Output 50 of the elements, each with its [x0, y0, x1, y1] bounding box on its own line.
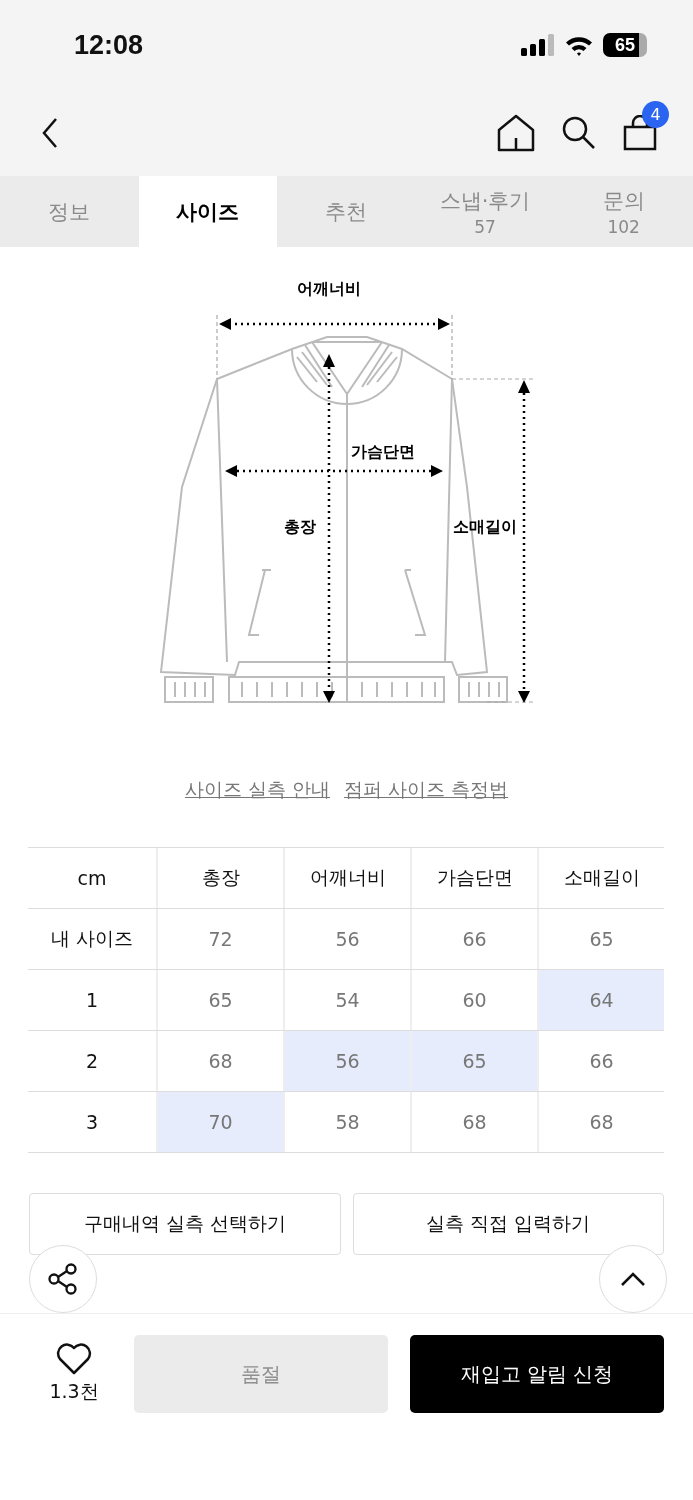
column-header: cm	[76, 866, 108, 891]
back-button[interactable]	[40, 117, 60, 149]
wifi-icon	[565, 34, 593, 56]
tab[interactable]: 정보	[0, 176, 139, 247]
status-time: 12:08	[74, 29, 144, 61]
signal-icon	[521, 34, 555, 56]
search-button[interactable]	[561, 115, 597, 151]
table-cell: 56	[283, 909, 410, 969]
table-cell: 68	[410, 1092, 537, 1152]
tab[interactable]: 추천	[277, 176, 416, 247]
guide-link[interactable]: 점퍼 사이즈 측정법	[344, 777, 509, 803]
search-icon	[561, 115, 597, 151]
restock-alert-button[interactable]: 재입고 알림 신청	[410, 1335, 664, 1413]
guide-link[interactable]: 사이즈 실측 안내	[184, 777, 330, 803]
action-button[interactable]: 구매내역 실측 선택하기	[29, 1193, 341, 1255]
row-header: 내 사이즈	[49, 926, 134, 951]
action-button[interactable]: 실측 직접 입력하기	[352, 1193, 664, 1255]
column-header: 가슴단면	[410, 848, 537, 908]
table-cell: 66	[410, 909, 537, 969]
table-cell: 68	[537, 1092, 664, 1152]
sleeve-label: 소매길이	[452, 517, 517, 536]
row-header: 3	[84, 1110, 100, 1135]
battery-indicator: 65	[603, 33, 647, 57]
cart-count-badge: 4	[642, 101, 669, 128]
table-cell: 66	[537, 1031, 664, 1091]
length-label: 총장	[283, 517, 316, 536]
column-header: 어깨너비	[283, 848, 410, 908]
tab[interactable]: 사이즈	[138, 176, 278, 247]
tab[interactable]: 문의 102	[554, 176, 693, 247]
chest-label: 가슴단면	[350, 442, 415, 461]
table-cell: 72	[156, 909, 283, 969]
chevron-up-icon	[619, 1271, 647, 1287]
share-icon	[46, 1262, 80, 1296]
like-button[interactable]: 1.3천	[36, 1343, 112, 1405]
table-cell: 65	[410, 1031, 537, 1091]
column-header: 소매길이	[537, 848, 664, 908]
table-cell: 58	[283, 1092, 410, 1152]
table-cell: 65	[156, 970, 283, 1030]
heart-icon	[56, 1343, 92, 1375]
home-icon	[497, 114, 535, 152]
table-cell: 70	[156, 1092, 283, 1152]
row-header: 2	[84, 1049, 100, 1074]
row-header: 1	[84, 988, 100, 1013]
shoulder-label: 어깨너비	[296, 279, 361, 298]
table-cell: 56	[283, 1031, 410, 1091]
column-header: 총장	[156, 848, 283, 908]
table-cell: 64	[537, 970, 664, 1030]
home-button[interactable]	[497, 114, 535, 152]
back-icon	[40, 117, 60, 149]
tab[interactable]: 스냅·후기 57	[415, 176, 555, 247]
